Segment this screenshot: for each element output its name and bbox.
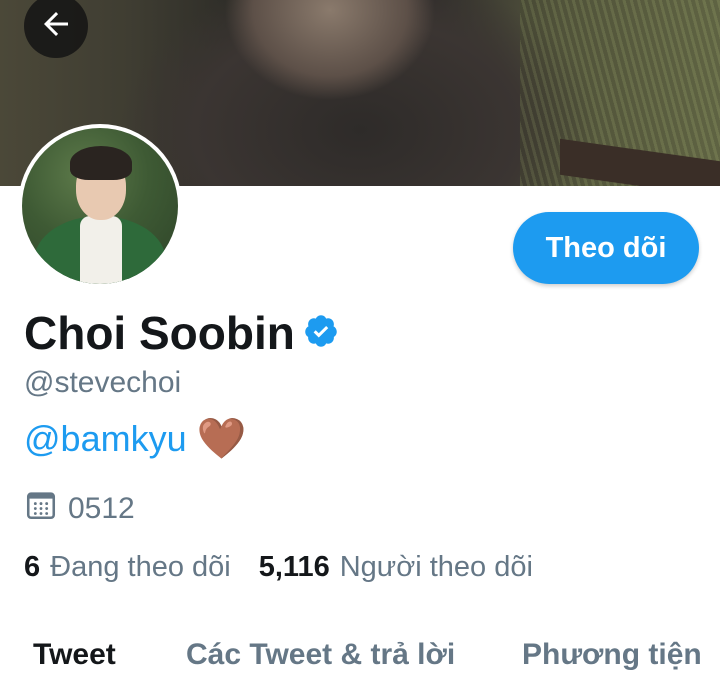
following-count: 6 [24,551,41,583]
followers-stat[interactable]: 5,116 Người theo dõi [259,551,533,584]
display-name: Choi Soobin [24,307,295,359]
profile-avatar[interactable] [18,124,182,288]
followers-label: Người theo dõi [339,551,533,583]
arrow-left-icon [38,6,74,47]
birthday-row: 0512 [24,488,135,530]
avatar-photo [22,128,178,284]
tab-tweets[interactable]: Tweet [33,638,116,672]
calendar-icon [24,488,58,530]
following-stat[interactable]: 6 Đang theo dõi [24,551,231,584]
tab-media[interactable]: Phương tiện [522,638,702,672]
followers-count: 5,116 [258,551,330,583]
user-handle: @stevechoi [24,366,182,399]
follow-stats: 6 Đang theo dõi 5,116 Người theo dõi [24,551,533,584]
name-row: Choi Soobin [24,306,339,360]
profile-tabs: Tweet Các Tweet & trả lời Phương tiện [0,638,720,699]
following-label: Đang theo dõi [50,551,231,583]
birthday-text: 0512 [68,492,135,525]
bio: @bamkyu 🤎 [24,418,246,460]
brown-heart-emoji: 🤎 [196,417,247,461]
follow-button[interactable]: Theo dõi [513,212,699,284]
verified-badge-icon [303,313,339,354]
tab-tweets-and-replies[interactable]: Các Tweet & trả lời [186,638,455,672]
bio-mention-link[interactable]: @bamkyu [24,418,187,460]
